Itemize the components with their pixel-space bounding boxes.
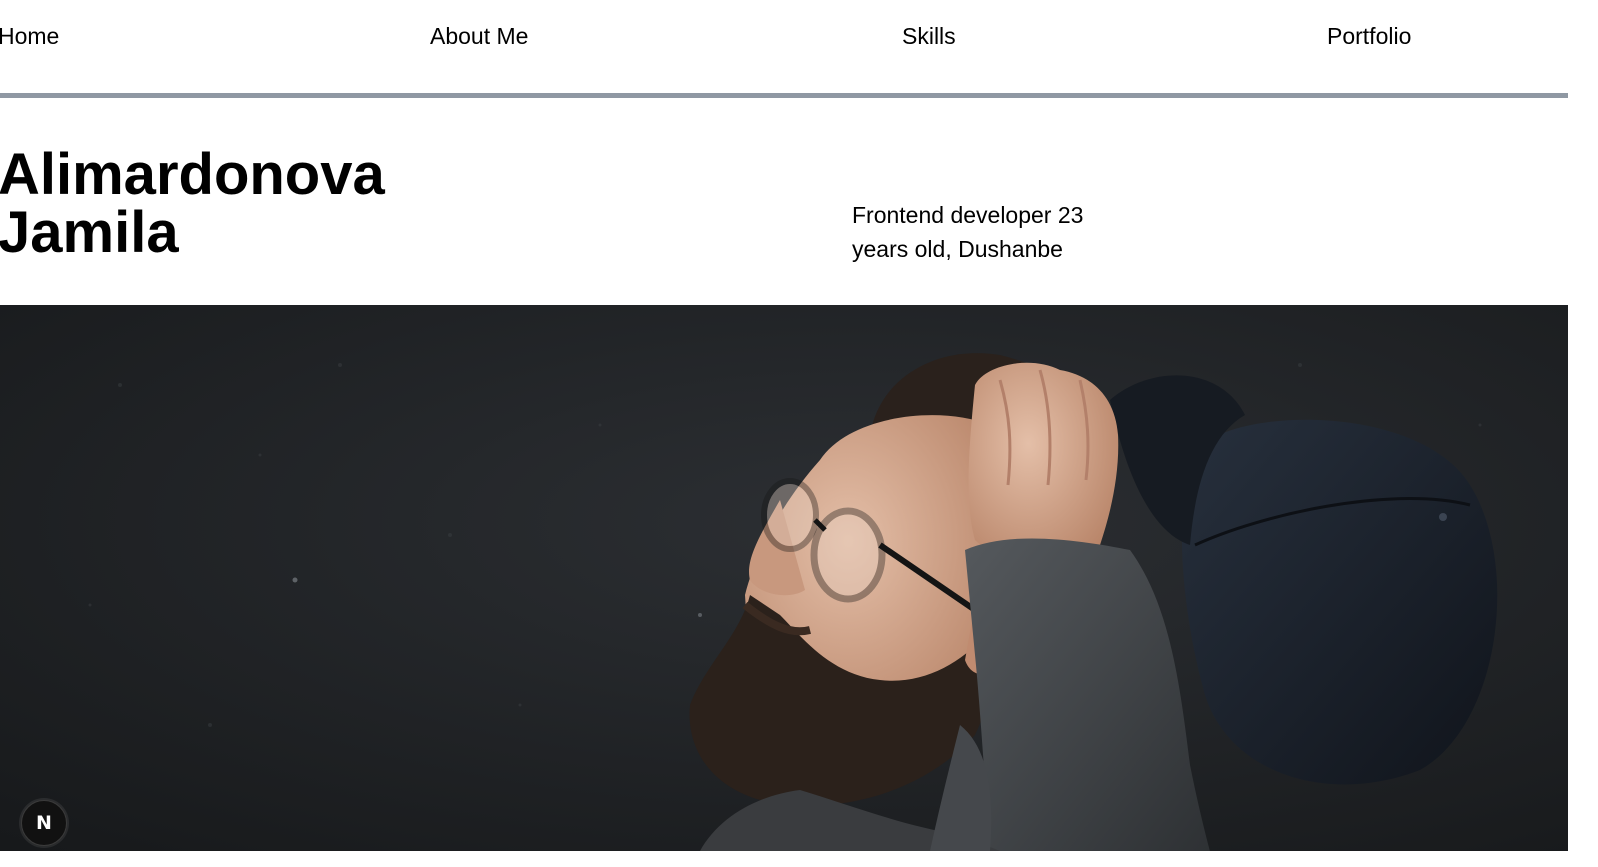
nav-link-skills[interactable]: Skills — [902, 22, 956, 50]
hero-description: Frontend developer 23 years old, Dushanb… — [852, 202, 1084, 262]
nav-link-portfolio[interactable]: Portfolio — [1327, 22, 1411, 50]
scrollbar-track[interactable] — [1568, 0, 1598, 867]
hero-name: Alimardonova Jamila — [0, 146, 458, 262]
nav-link-home[interactable]: Home — [0, 22, 59, 50]
nav-link-about-me[interactable]: About Me — [430, 22, 528, 50]
nav-divider — [0, 93, 1568, 98]
hero-name-first: Alimardonova — [0, 142, 385, 207]
nextjs-logo-icon: N — [36, 811, 52, 834]
page: Home About Me Skills Portfolio Alimardon… — [0, 0, 1598, 867]
hero-photo — [0, 305, 1568, 851]
hero-name-second: Jamila — [0, 200, 179, 265]
nextjs-dev-indicator[interactable]: N — [21, 800, 67, 846]
portrait-photo — [0, 305, 1568, 851]
top-navigation: Home About Me Skills Portfolio — [0, 0, 1568, 94]
